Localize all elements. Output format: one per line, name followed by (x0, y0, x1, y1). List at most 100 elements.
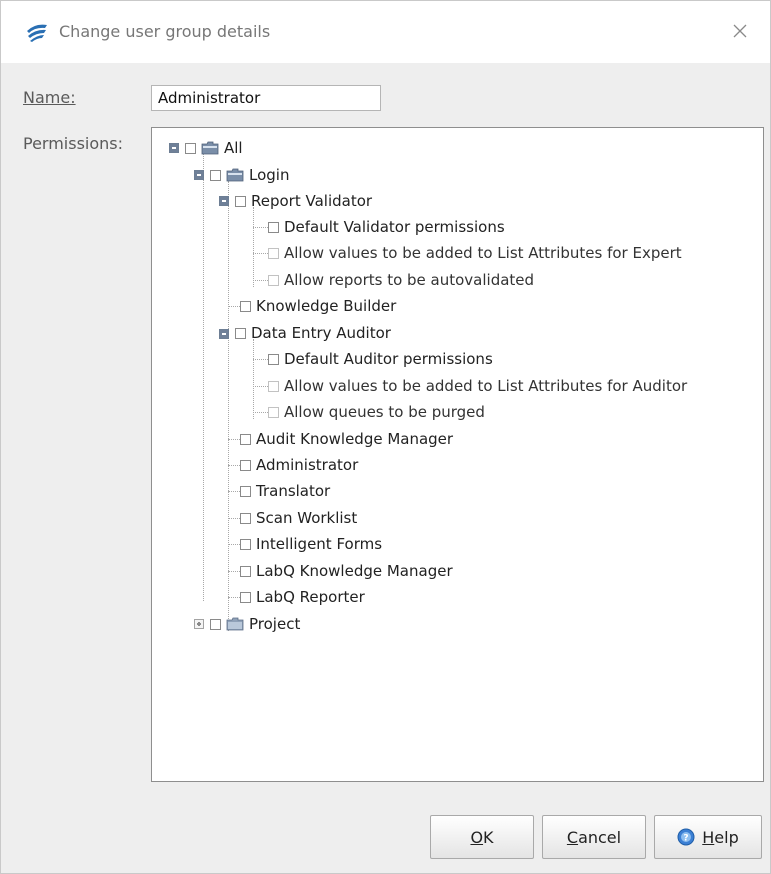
tree-item-label: Login (249, 166, 290, 184)
tree-item-project[interactable]: Project (210, 613, 300, 635)
name-label-text: Name: (23, 88, 76, 107)
name-input[interactable] (151, 85, 381, 111)
tree-item-login[interactable]: Login (210, 164, 289, 186)
folder-icon (201, 141, 219, 155)
tree-item-default-validator-permissions[interactable]: Default Validator permissions (268, 216, 505, 238)
tree-item-knowledge-builder[interactable]: Knowledge Builder (240, 295, 396, 317)
checkbox[interactable] (240, 565, 251, 577)
checkbox[interactable] (240, 433, 251, 445)
tree-item-data-entry-auditor[interactable]: Data Entry Auditor (235, 322, 391, 344)
tree-connector (253, 412, 268, 413)
tree-connector (228, 439, 240, 440)
collapse-report-validator-toggle[interactable] (219, 196, 229, 206)
collapse-data-entry-auditor-toggle[interactable] (219, 329, 229, 339)
tree-item-rv-allow-values[interactable]: Allow values to be added to List Attribu… (268, 242, 682, 264)
checkbox[interactable] (268, 274, 279, 286)
checkbox[interactable] (240, 459, 251, 471)
tree-item-audit-knowledge-manager[interactable]: Audit Knowledge Manager (240, 428, 453, 450)
tree-item-label: Allow values to be added to List Attribu… (284, 244, 682, 262)
checkbox[interactable] (268, 380, 279, 392)
close-icon[interactable] (728, 19, 752, 43)
checkbox[interactable] (210, 618, 221, 630)
tree-connector (228, 465, 240, 466)
tree-item-label: Default Auditor permissions (284, 350, 493, 368)
checkbox[interactable] (268, 247, 279, 259)
checkbox[interactable] (268, 353, 279, 365)
svg-text:?: ? (684, 834, 689, 844)
tree-item-rv-allow-reports[interactable]: Allow reports to be autovalidated (268, 269, 534, 291)
ok-button[interactable]: OK (430, 815, 534, 859)
help-button[interactable]: ? Help (654, 815, 762, 859)
tree-item-label: Audit Knowledge Manager (256, 430, 454, 448)
checkbox[interactable] (240, 591, 251, 603)
window-title: Change user group details (59, 22, 271, 41)
tree-item-dea-allow-purge[interactable]: Allow queues to be purged (268, 401, 485, 423)
tree-connector (228, 306, 240, 307)
checkbox[interactable] (240, 300, 251, 312)
folder-icon (226, 617, 244, 631)
cancel-button[interactable]: Cancel (542, 815, 646, 859)
permissions-label: Permissions: (23, 134, 124, 153)
checkbox[interactable] (185, 142, 196, 154)
app-logo-icon (27, 24, 47, 42)
tree-connector (228, 518, 240, 519)
tree-item-label: Project (249, 615, 301, 633)
checkbox[interactable] (240, 512, 251, 524)
checkbox[interactable] (210, 169, 221, 181)
tree-item-dea-allow-values[interactable]: Allow values to be added to List Attribu… (268, 375, 687, 397)
tree-item-label: Allow values to be added to List Attribu… (284, 377, 688, 395)
tree-connector (228, 597, 240, 598)
tree-item-translator[interactable]: Translator (240, 480, 330, 502)
tree-item-label: LabQ Reporter (256, 588, 365, 606)
name-label: Name: (23, 88, 76, 107)
tree-item-scan-worklist[interactable]: Scan Worklist (240, 507, 357, 529)
tree-connector (228, 544, 240, 545)
tree-item-label: Scan Worklist (256, 509, 358, 527)
tree-item-labq-reporter[interactable]: LabQ Reporter (240, 586, 365, 608)
help-mnemonic: H (702, 827, 715, 847)
collapse-all-toggle[interactable] (169, 143, 179, 153)
tree-connector (253, 359, 268, 360)
cancel-label: ancel (578, 827, 622, 847)
tree-item-label: Allow queues to be purged (284, 403, 485, 421)
ok-mnemonic: O (470, 827, 484, 847)
expand-project-toggle[interactable] (194, 619, 204, 629)
tree-item-all[interactable]: All (185, 137, 243, 159)
permissions-tree[interactable]: All Login Report Validator Default Valid… (151, 127, 764, 782)
tree-item-label: All (224, 139, 243, 157)
tree-connector (253, 207, 254, 287)
tree-connector (228, 571, 240, 572)
checkbox[interactable] (235, 327, 246, 339)
tree-item-label: Allow reports to be autovalidated (284, 271, 535, 289)
tree-item-label: Translator (256, 482, 331, 500)
checkbox[interactable] (268, 406, 279, 418)
change-user-group-dialog: Change user group details Name: Permissi… (0, 0, 771, 874)
tree-item-label: Report Validator (251, 192, 373, 210)
collapse-login-toggle[interactable] (194, 170, 204, 180)
tree-item-label: Data Entry Auditor (251, 324, 391, 342)
tree-item-report-validator[interactable]: Report Validator (235, 190, 372, 212)
tree-item-labq-knowledge-manager[interactable]: LabQ Knowledge Manager (240, 560, 453, 582)
tree-item-intelligent-forms[interactable]: Intelligent Forms (240, 533, 382, 555)
help-label: elp (714, 827, 739, 847)
tree-connector (253, 227, 268, 228)
tree-connector (253, 280, 268, 281)
tree-connector (253, 339, 254, 419)
tree-item-administrator[interactable]: Administrator (240, 454, 358, 476)
checkbox[interactable] (268, 221, 279, 233)
title-bar: Change user group details (1, 1, 770, 63)
tree-connector (203, 154, 204, 601)
tree-item-label: Intelligent Forms (256, 535, 383, 553)
checkbox[interactable] (240, 538, 251, 550)
help-icon: ? (677, 828, 695, 846)
checkbox[interactable] (235, 195, 246, 207)
tree-item-default-auditor-permissions[interactable]: Default Auditor permissions (268, 348, 493, 370)
tree-item-label: Default Validator permissions (284, 218, 505, 236)
tree-connector (228, 181, 229, 631)
cancel-mnemonic: C (566, 827, 579, 847)
folder-icon (226, 168, 244, 182)
tree-item-label: Administrator (256, 456, 359, 474)
checkbox[interactable] (240, 485, 251, 497)
tree-connector (253, 386, 268, 387)
ok-label: K (483, 827, 494, 847)
